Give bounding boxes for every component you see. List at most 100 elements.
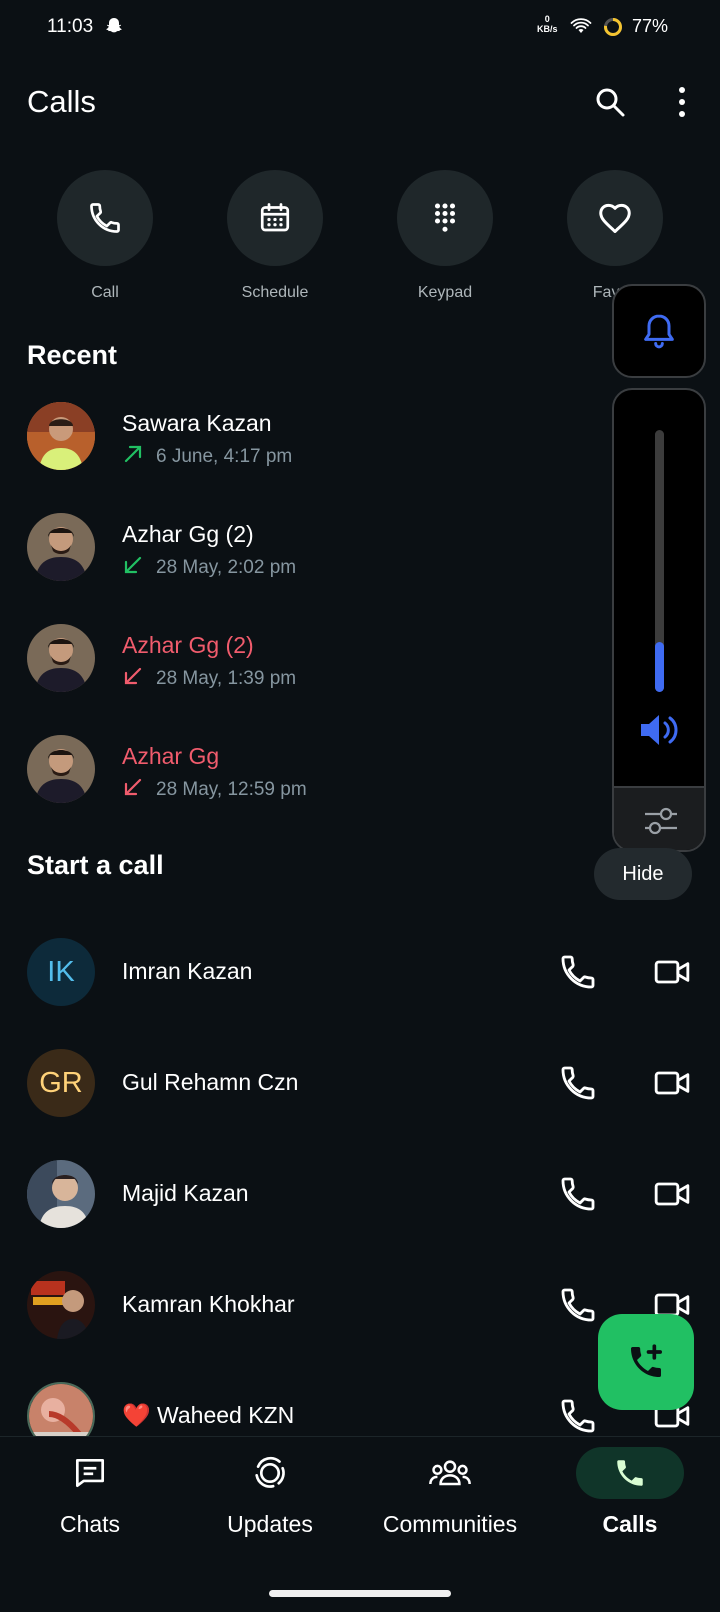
network-speed: 0 KB/s xyxy=(537,14,558,34)
quick-action-keypad[interactable]: Keypad xyxy=(397,170,493,302)
call-meta: 28 May, 1:39 pm xyxy=(122,665,296,690)
contact-name: Gul Rehamn Czn xyxy=(122,1069,299,1095)
status-bar: 11:03 0 KB/s 77% xyxy=(0,0,720,56)
voice-call-icon[interactable] xyxy=(558,1396,598,1436)
avatar: GR xyxy=(27,1049,95,1117)
avatar xyxy=(27,624,95,692)
avatar xyxy=(27,513,95,581)
communities-icon xyxy=(429,1460,471,1486)
nav-label: Updates xyxy=(227,1511,313,1537)
contact-name: Azhar Gg (2) xyxy=(122,521,254,547)
quick-action-label: Call xyxy=(91,284,119,301)
more-vert-icon[interactable] xyxy=(672,84,692,120)
avatar xyxy=(27,1271,95,1339)
contact-name: ❤️ Waheed KZN xyxy=(122,1402,295,1428)
contact-row[interactable]: GR Gul Rehamn Czn xyxy=(0,1035,720,1131)
volume-slider[interactable] xyxy=(655,430,664,692)
quick-action-schedule-button[interactable] xyxy=(227,170,323,266)
nav-label: Calls xyxy=(602,1511,658,1537)
battery-ring-icon xyxy=(604,18,622,36)
chats-icon xyxy=(75,1458,105,1488)
hide-volume-button[interactable]: Hide xyxy=(594,848,692,900)
call-time: 28 May, 2:02 pm xyxy=(156,557,297,578)
call-time: 6 June, 4:17 pm xyxy=(156,446,293,467)
status-time: 11:03 xyxy=(47,16,94,37)
nav-label: Communities xyxy=(382,1511,518,1537)
video-call-icon[interactable] xyxy=(652,1063,692,1103)
contact-name: Kamran Khokhar xyxy=(122,1291,295,1317)
quick-action-keypad-button[interactable] xyxy=(397,170,493,266)
video-call-icon[interactable] xyxy=(652,952,692,992)
voice-call-icon[interactable] xyxy=(558,1174,598,1214)
contact-row[interactable]: Majid Kazan xyxy=(0,1146,720,1242)
nav-chats[interactable]: Chats xyxy=(0,1447,180,1538)
avatar-photo xyxy=(27,513,95,581)
avatar-photo xyxy=(27,1271,95,1339)
volume-settings-button[interactable] xyxy=(614,786,704,850)
contact-name: Imran Kazan xyxy=(122,958,253,984)
snapchat-ghost-icon xyxy=(106,18,122,33)
wifi-icon xyxy=(570,18,592,33)
missed-call-arrow-icon xyxy=(124,778,142,796)
avatar xyxy=(27,402,95,470)
start-call-section-title: Start a call xyxy=(27,850,164,880)
contact-name: Majid Kazan xyxy=(122,1180,249,1206)
avatar-photo xyxy=(27,402,95,470)
avatar: IK xyxy=(27,938,95,1006)
calendar-icon xyxy=(260,203,290,232)
phone-icon xyxy=(90,203,120,233)
search-icon[interactable] xyxy=(592,84,628,120)
incoming-call-arrow-icon xyxy=(124,556,142,574)
call-time: 28 May, 12:59 pm xyxy=(156,779,307,800)
video-call-icon[interactable] xyxy=(652,1174,692,1214)
nav-label: Chats xyxy=(59,1511,121,1537)
updates-icon xyxy=(255,1456,285,1488)
quick-action-call[interactable]: Call xyxy=(57,170,153,302)
volume-panel xyxy=(612,388,706,852)
page-title: Calls xyxy=(27,84,96,119)
nav-calls-pill[interactable] xyxy=(576,1447,684,1499)
avatar xyxy=(27,1160,95,1228)
contact-name: Azhar Gg (2) xyxy=(122,632,254,658)
volume-slider-fill xyxy=(655,642,664,692)
contact-name: Sawara Kazan xyxy=(122,410,272,436)
heart-icon xyxy=(599,203,631,233)
voice-call-icon[interactable] xyxy=(558,1285,598,1325)
missed-call-arrow-icon xyxy=(124,667,142,685)
nav-communities-pill[interactable] xyxy=(396,1447,504,1499)
battery-percent: 77% xyxy=(632,16,669,36)
quick-action-favorites-button[interactable] xyxy=(567,170,663,266)
ringer-mode-button[interactable] xyxy=(612,284,706,378)
contact-name: Azhar Gg xyxy=(122,743,220,769)
outgoing-call-arrow-icon xyxy=(124,445,142,463)
voice-call-icon[interactable] xyxy=(558,952,598,992)
add-call-icon xyxy=(631,1344,662,1377)
speaker-icon xyxy=(641,715,678,745)
voice-call-icon[interactable] xyxy=(558,1063,598,1103)
nav-updates-pill[interactable] xyxy=(216,1447,324,1499)
network-speed-unit: KB/s xyxy=(537,24,558,34)
home-indicator[interactable] xyxy=(269,1590,451,1597)
call-meta: 28 May, 12:59 pm xyxy=(122,776,307,801)
keypad-icon xyxy=(434,203,456,232)
new-call-fab[interactable] xyxy=(598,1314,694,1410)
nav-communities[interactable]: Communities xyxy=(360,1447,540,1538)
call-meta: 6 June, 4:17 pm xyxy=(122,443,292,468)
avatar-photo xyxy=(27,735,95,803)
quick-action-favorites[interactable]: Favori xyxy=(567,170,663,302)
bell-icon xyxy=(644,314,674,349)
sliders-icon xyxy=(645,807,677,835)
nav-updates[interactable]: Updates xyxy=(180,1447,360,1538)
avatar-photo xyxy=(27,624,95,692)
network-speed-value: 0 xyxy=(544,14,550,24)
nav-calls[interactable]: Calls xyxy=(540,1447,720,1538)
call-meta: 28 May, 2:02 pm xyxy=(122,554,296,579)
bottom-navigation: Chats Updates Communities Calls xyxy=(0,1436,720,1612)
contact-row[interactable]: IK Imran Kazan xyxy=(0,924,720,1020)
quick-action-schedule[interactable]: Schedule xyxy=(227,170,323,302)
avatar-photo xyxy=(27,1160,95,1228)
avatar xyxy=(27,735,95,803)
quick-action-call-button[interactable] xyxy=(57,170,153,266)
nav-chats-pill[interactable] xyxy=(36,1447,144,1499)
calls-icon xyxy=(617,1460,643,1486)
